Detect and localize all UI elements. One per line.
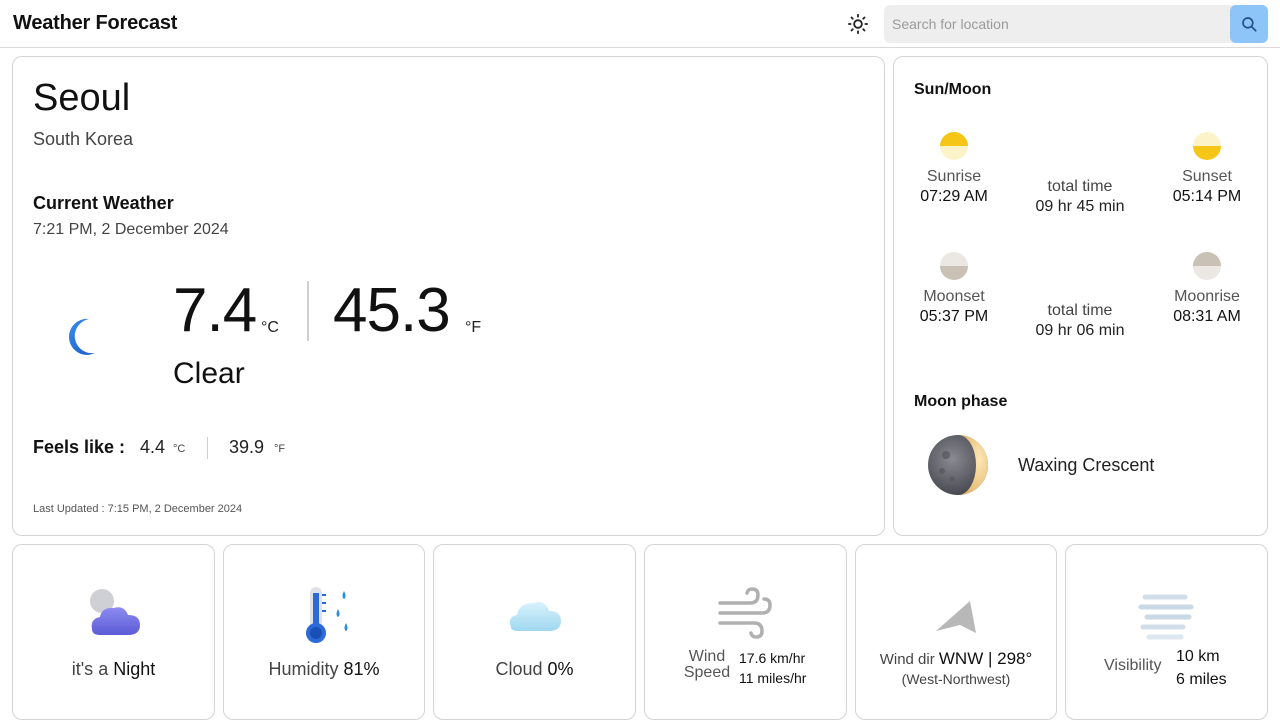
- wind-speed-label: Wind Speed: [677, 649, 737, 681]
- wind-speed-tile: Wind Speed 17.6 km/hr 11 miles/hr: [644, 544, 847, 720]
- moon-phase-icon: [928, 435, 988, 495]
- visibility-label: Visibility: [1104, 657, 1162, 674]
- current-datetime: 7:21 PM, 2 December 2024: [33, 221, 229, 238]
- humidity-value: 81%: [343, 659, 380, 679]
- celsius-unit: °C: [261, 319, 279, 336]
- sunset-block: Sunset 05:14 PM: [1157, 131, 1257, 207]
- temperature-divider: [307, 281, 309, 341]
- cloud-tile: Cloud 0%: [433, 544, 636, 720]
- wind-speed-kmh: 17.6 km/hr: [739, 650, 806, 666]
- sun-icon: [847, 13, 869, 35]
- wind-direction-full: (West-Northwest): [901, 671, 1011, 687]
- cloud-value: 0%: [547, 659, 574, 679]
- sun-total-label: total time: [1047, 178, 1113, 195]
- wind-speed-mph: 11 miles/hr: [739, 670, 807, 686]
- current-weather-heading: Current Weather: [33, 193, 174, 213]
- feels-like-label: Feels like :: [33, 437, 126, 457]
- temperature-fahrenheit: 45.3: [333, 276, 451, 345]
- wind-speed-label-line1: Wind: [688, 648, 726, 665]
- humidity-text: Humidity 81%: [224, 659, 424, 680]
- wind-icon: [717, 587, 772, 639]
- wind-direction-value: WNW | 298°: [938, 649, 1033, 668]
- search-input[interactable]: [884, 5, 1230, 43]
- moon-phase-heading: Moon phase: [914, 393, 1008, 410]
- moon-total-time: 09 hr 06 min: [1035, 322, 1125, 339]
- sun-total-time: 09 hr 45 min: [1035, 198, 1125, 215]
- feels-like-fahrenheit-unit: °F: [274, 443, 286, 455]
- day-night-tile: it's a Night: [12, 544, 215, 720]
- visibility-miles: 6 miles: [1176, 671, 1227, 688]
- feels-like-fahrenheit: 39.9: [229, 437, 265, 457]
- current-weather-card: Seoul South Korea Current Weather 7:21 P…: [12, 56, 885, 536]
- visibility-tile: Visibility 10 km 6 miles: [1065, 544, 1268, 720]
- sun-moon-card: Sun/Moon Sunrise 07:29 AM total time 09 …: [893, 56, 1268, 536]
- app-title: Weather Forecast: [13, 12, 178, 34]
- visibility-km: 10 km: [1176, 648, 1220, 665]
- moon-total-block: total time 09 hr 06 min: [1030, 301, 1130, 341]
- visibility-values: 10 km 6 miles: [1176, 645, 1227, 691]
- sun-total-block: total time 09 hr 45 min: [1030, 177, 1130, 217]
- humidity-label: Humidity: [268, 659, 339, 679]
- moon-total-label: total time: [1047, 302, 1113, 319]
- moonset-time: 05:37 PM: [919, 308, 989, 325]
- sunset-time: 05:14 PM: [1172, 188, 1242, 205]
- sunset-icon: [1193, 132, 1221, 160]
- day-night-value: Night: [113, 659, 156, 679]
- search-box: [884, 5, 1268, 43]
- humidity-tile: Humidity 81%: [223, 544, 425, 720]
- wind-speed-values: 17.6 km/hr 11 miles/hr: [739, 648, 806, 688]
- city-name: Seoul: [33, 77, 131, 119]
- weather-condition: Clear: [173, 357, 245, 390]
- cloud-text: Cloud 0%: [434, 659, 635, 680]
- day-night-text: it's a Night: [13, 659, 214, 680]
- sun-moon-heading: Sun/Moon: [914, 81, 992, 98]
- night-cloud-icon: [89, 589, 140, 635]
- sunrise-time: 07:29 AM: [920, 188, 988, 205]
- fog-icon: [1138, 594, 1193, 640]
- thermometer-humidity-icon: [306, 587, 348, 643]
- moonset-icon: [940, 252, 968, 280]
- sunrise-label: Sunrise: [926, 168, 982, 185]
- sunrise-block: Sunrise 07:29 AM: [904, 131, 1004, 207]
- moonrise-label: Moonrise: [1174, 288, 1240, 305]
- fahrenheit-unit: °F: [465, 319, 482, 336]
- app-header: Weather Forecast: [0, 0, 1280, 48]
- moonrise-time: 08:31 AM: [1173, 308, 1241, 325]
- theme-toggle-button[interactable]: [846, 12, 870, 36]
- feels-like-celsius: 4.4: [140, 437, 166, 457]
- sunset-label: Sunset: [1182, 168, 1232, 185]
- country-name: South Korea: [33, 129, 134, 149]
- moonrise-block: Moonrise 08:31 AM: [1157, 251, 1257, 327]
- search-icon: [1242, 17, 1257, 32]
- feels-like-celsius-unit: °C: [173, 443, 186, 455]
- moonset-block: Moonset 05:37 PM: [904, 251, 1004, 327]
- moon-phase-name: Waxing Crescent: [1018, 455, 1155, 475]
- wind-direction-tile: Wind dir WNW | 298° (West-Northwest): [855, 544, 1057, 720]
- wind-direction-label: Wind dir: [879, 651, 935, 668]
- wind-direction-text: Wind dir WNW | 298°: [856, 649, 1056, 669]
- moonset-label: Moonset: [923, 288, 985, 305]
- crescent-moon-icon: [68, 318, 95, 355]
- temperature-celsius: 7.4: [173, 276, 257, 345]
- day-night-prefix: it's a: [71, 659, 109, 679]
- wind-speed-label-line2: Speed: [683, 664, 731, 681]
- feels-like-divider: [207, 437, 208, 459]
- cloud-icon: [509, 602, 561, 631]
- search-button[interactable]: [1230, 5, 1268, 43]
- cloud-label: Cloud: [495, 659, 543, 679]
- direction-arrow-icon: [936, 601, 976, 633]
- last-updated: Last Updated : 7:15 PM, 2 December 2024: [33, 503, 243, 515]
- moonrise-icon: [1193, 252, 1221, 280]
- sunrise-icon: [940, 132, 968, 160]
